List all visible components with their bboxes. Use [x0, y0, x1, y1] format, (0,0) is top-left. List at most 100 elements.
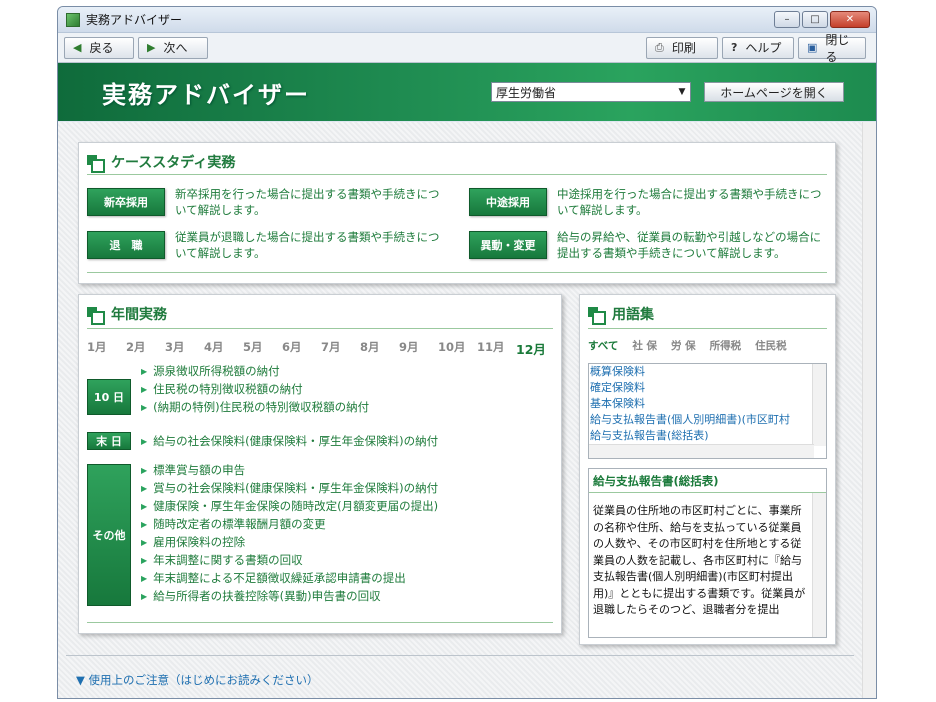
- divider: [66, 655, 854, 656]
- task-label: (納期の特例)住民税の特別徴収税額の納付: [153, 400, 370, 414]
- glossary-tab-labor-insurance[interactable]: 労 保: [671, 338, 696, 353]
- month-tab[interactable]: 2月: [126, 339, 165, 358]
- bullet-icon: ▶: [141, 465, 148, 475]
- definition-box: 給与支払報告書(総括表) 従業員の住所地の市区町村ごとに、事業所の名称や住所、給…: [588, 468, 827, 638]
- bullet-icon: ▶: [141, 366, 148, 376]
- task-item[interactable]: ▶ 随時改定者の標準報酬月額の変更: [141, 515, 438, 533]
- bullet-icon: ▶: [141, 436, 148, 446]
- month-tabs: 1月 2月 3月 4月 5月 6月 7月 8月 9月 10月 11月 12月: [87, 339, 555, 358]
- bullet-icon: ▶: [141, 555, 148, 565]
- help-button[interactable]: ? ヘルプ: [722, 36, 794, 59]
- ministry-select[interactable]: 厚生労働省 ▼: [491, 82, 691, 102]
- back-button[interactable]: ◀ 戻る: [64, 36, 134, 59]
- main-scrollbar[interactable]: [862, 122, 876, 698]
- exit-door-icon: ▣: [807, 41, 818, 54]
- month-tab[interactable]: 9月: [399, 339, 438, 358]
- glossary-tab-income-tax[interactable]: 所得税: [710, 338, 742, 353]
- task-label: 健康保険・厚生年金保険の随時改定(月額変更届の提出): [153, 499, 439, 513]
- bullet-icon: ▶: [141, 537, 148, 547]
- task-item[interactable]: ▶ 年末調整に関する書類の回収: [141, 551, 438, 569]
- dropdown-arrow-icon: ▼: [678, 87, 686, 97]
- case-study-title: ケーススタディ実務: [87, 152, 236, 173]
- case-study-title-text: ケーススタディ実務: [111, 155, 236, 171]
- task-item[interactable]: ▶ 賞与の社会保険料(健康保険料・厚生年金保険料)の納付: [141, 479, 438, 497]
- task-label: 年末調整に関する書類の回収: [153, 553, 303, 567]
- month-tab[interactable]: 8月: [360, 339, 399, 358]
- task-label: 源泉徴収所得税額の納付: [153, 364, 280, 378]
- section-icon: [87, 155, 105, 173]
- definition-scrollbar[interactable]: [812, 493, 826, 637]
- new-grad-hiring-desc[interactable]: 新卒採用を行った場合に提出する書類や手続きについて解説します。: [175, 186, 445, 218]
- month-tab[interactable]: 3月: [165, 339, 204, 358]
- close-label: 閉じる: [825, 32, 850, 64]
- transfer-change-button[interactable]: 異動・変更: [469, 231, 547, 259]
- maximize-button[interactable]: □: [802, 11, 828, 28]
- back-label: 戻る: [89, 41, 114, 55]
- month-tab-active[interactable]: 12月: [516, 339, 555, 358]
- retirement-desc[interactable]: 従業員が退職した場合に提出する書類や手続きについて解説します。: [175, 229, 445, 261]
- annual-tasks-panel: 年間実務 1月 2月 3月 4月 5月 6月 7月 8月 9月 10月 11月 …: [78, 294, 562, 634]
- close-button[interactable]: ▣ 閉じる: [798, 33, 866, 64]
- term-item[interactable]: 給与支払報告書(総括表): [589, 428, 826, 444]
- term-item[interactable]: 概算保険料: [589, 364, 826, 380]
- term-list-vscrollbar[interactable]: [812, 364, 826, 446]
- help-label: ヘルプ: [745, 41, 782, 55]
- divider: [87, 328, 553, 329]
- task-label: 標準賞与額の申告: [153, 463, 246, 477]
- term-list-hscrollbar[interactable]: [589, 444, 814, 458]
- task-label: 給与所得者の扶養控除等(異動)申告書の回収: [153, 589, 381, 603]
- month-tab[interactable]: 4月: [204, 339, 243, 358]
- bullet-icon: ▶: [141, 501, 148, 511]
- task-label: 住民税の特別徴収税額の納付: [153, 382, 303, 396]
- month-tab[interactable]: 5月: [243, 339, 282, 358]
- annual-title-text: 年間実務: [111, 307, 167, 323]
- task-item[interactable]: ▶ (納期の特例)住民税の特別徴収税額の納付: [141, 398, 369, 416]
- retirement-button[interactable]: 退 職: [87, 231, 165, 259]
- task-item[interactable]: ▶ 給与所得者の扶養控除等(異動)申告書の回収: [141, 587, 438, 605]
- usage-notice-link[interactable]: ▼ 使用上のご注意（はじめにお読みください）: [76, 672, 319, 688]
- task-item[interactable]: ▶ 住民税の特別徴収税額の納付: [141, 380, 369, 398]
- new-grad-hiring-button[interactable]: 新卒採用: [87, 188, 165, 216]
- window-controls: – □ ✕: [774, 11, 870, 28]
- open-homepage-button[interactable]: ホームページを開く: [704, 82, 844, 102]
- mid-career-hiring-button[interactable]: 中途採用: [469, 188, 547, 216]
- glossary-tab-all[interactable]: すべて: [588, 338, 618, 353]
- mid-career-hiring-desc[interactable]: 中途採用を行った場合に提出する書類や手続きについて解説します。: [557, 186, 827, 218]
- bullet-icon: ▶: [141, 573, 148, 583]
- task-label: 雇用保険料の控除: [153, 535, 246, 549]
- glossary-panel: 用語集 すべて 社 保 労 保 所得税 住民税 概算保険料 確定保険料 基本保険…: [579, 294, 836, 645]
- print-button[interactable]: ⎙ 印刷: [646, 36, 718, 59]
- glossary-tab-social-insurance[interactable]: 社 保: [632, 338, 657, 353]
- close-window-button[interactable]: ✕: [830, 11, 870, 28]
- term-item[interactable]: 基本保険料: [589, 396, 826, 412]
- task-label: 賞与の社会保険料(健康保険料・厚生年金保険料)の納付: [153, 481, 439, 495]
- task-item[interactable]: ▶ 健康保険・厚生年金保険の随時改定(月額変更届の提出): [141, 497, 438, 515]
- month-tab[interactable]: 10月: [438, 339, 477, 358]
- term-list[interactable]: 概算保険料 確定保険料 基本保険料 給与支払報告書(個人別明細書)(市区町村 給…: [588, 363, 827, 459]
- month-tab[interactable]: 6月: [282, 339, 321, 358]
- minimize-button[interactable]: –: [774, 11, 800, 28]
- title-bar: 実務アドバイザー – □ ✕: [58, 7, 876, 33]
- month-tab[interactable]: 7月: [321, 339, 360, 358]
- task-item[interactable]: ▶ 給与の社会保険料(健康保険料・厚生年金保険料)の納付: [141, 432, 438, 450]
- glossary-tab-resident-tax[interactable]: 住民税: [755, 338, 787, 353]
- task-item[interactable]: ▶ 年末調整による不足額徴収繰延承認申請書の提出: [141, 569, 438, 587]
- forward-button[interactable]: ▶ 次へ: [138, 36, 208, 59]
- month-tab[interactable]: 1月: [87, 339, 126, 358]
- task-label: 年末調整による不足額徴収繰延承認申請書の提出: [153, 571, 406, 585]
- term-item[interactable]: 確定保険料: [589, 380, 826, 396]
- section-icon: [588, 307, 606, 325]
- term-item[interactable]: 給与支払報告書(個人別明細書)(市区町村: [589, 412, 826, 428]
- transfer-change-desc[interactable]: 給与の昇給や、従業員の転勤や引越しなどの場合に提出する書類や手続きについて解説し…: [557, 229, 827, 261]
- divider: [87, 174, 827, 175]
- app-title: 実務アドバイザー: [102, 80, 310, 109]
- section-icon: [87, 307, 105, 325]
- month-tab[interactable]: 11月: [477, 339, 516, 358]
- task-item[interactable]: ▶ 源泉徴収所得税額の納付: [141, 362, 369, 380]
- task-item[interactable]: ▶ 雇用保険料の控除: [141, 533, 438, 551]
- bullet-icon: ▶: [141, 591, 148, 601]
- app-icon: [66, 12, 80, 27]
- task-item[interactable]: ▶ 標準賞与額の申告: [141, 461, 438, 479]
- glossary-tabs: すべて 社 保 労 保 所得税 住民税: [588, 338, 801, 353]
- annual-title: 年間実務: [87, 304, 167, 325]
